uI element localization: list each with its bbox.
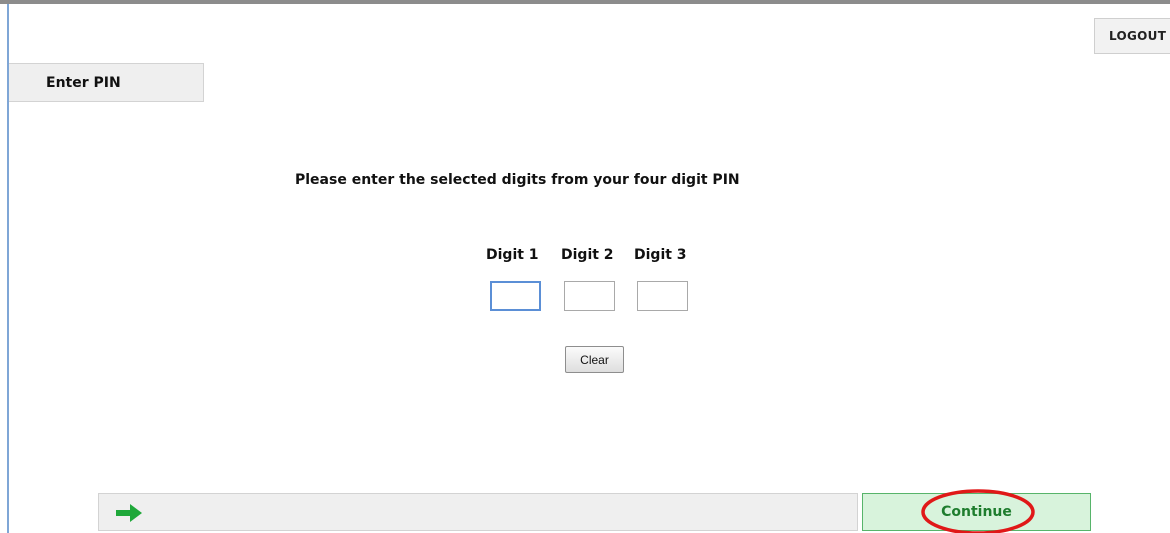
digit-1-label: Digit 1 (486, 247, 539, 263)
right-arrow-icon (116, 504, 142, 522)
digit-3-label: Digit 3 (634, 247, 687, 263)
digit-3-input[interactable] (637, 281, 688, 311)
window-top-border (0, 0, 1170, 4)
digit-2-input[interactable] (564, 281, 615, 311)
digit-2-label: Digit 2 (561, 247, 614, 263)
navigation-bar (98, 493, 858, 531)
continue-button[interactable]: Continue (862, 493, 1091, 531)
pin-instruction: Please enter the selected digits from yo… (295, 172, 740, 188)
clear-button[interactable]: Clear (565, 346, 624, 373)
logout-button[interactable]: LOGOUT (1094, 18, 1170, 54)
digit-1-input[interactable] (490, 281, 541, 311)
pin-entry-page: LOGOUT Enter PIN Please enter the select… (0, 0, 1170, 533)
tab-enter-pin[interactable]: Enter PIN (9, 63, 204, 102)
